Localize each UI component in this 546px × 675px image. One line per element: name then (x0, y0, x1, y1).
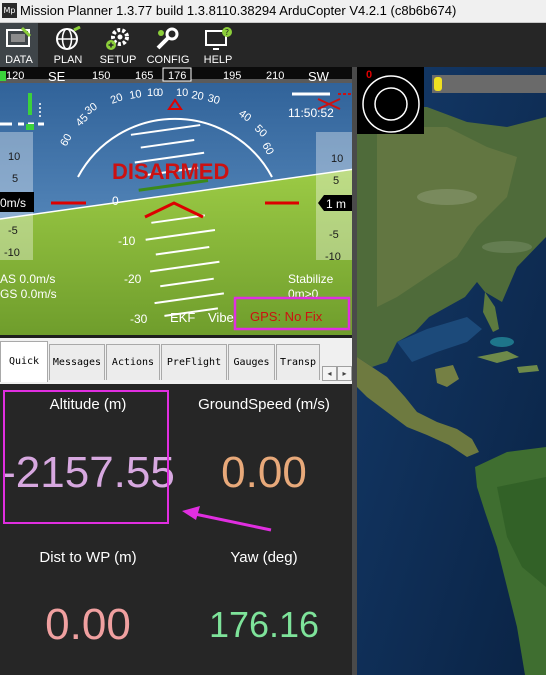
svg-text:0: 0 (157, 87, 163, 99)
app-icon: Mp (2, 3, 17, 18)
tab-gauges[interactable]: Gauges (228, 344, 275, 380)
toolbar-setup-button[interactable]: SETUP (96, 23, 140, 67)
tab-scroll-left-button[interactable]: ◂ (322, 366, 337, 381)
map-marker-icon (434, 77, 442, 91)
heading-label: SW (308, 69, 330, 84)
hud-mode: Stabilize (288, 272, 334, 286)
alt-readout: 1 m (326, 197, 346, 211)
window-title: Mission Planner 1.3.77 build 1.3.8110.38… (20, 3, 457, 18)
tab-transponder[interactable]: Transp (276, 344, 320, 380)
setup-icon (106, 28, 129, 50)
alt-tick: -10 (325, 251, 341, 263)
tab-quick[interactable]: Quick (0, 341, 48, 382)
tab-scroll-right-button[interactable]: ▸ (337, 366, 352, 381)
groundspeed-label: GroundSpeed (m/s) (198, 396, 330, 413)
pitch-label: -20 (124, 272, 142, 286)
map-view[interactable]: 0 (357, 67, 546, 675)
title-bar: Mp Mission Planner 1.3.77 build 1.3.8110… (0, 0, 546, 23)
yaw-value: 176.16 (208, 604, 320, 645)
svg-text:?: ? (225, 28, 229, 37)
map-overlay-number: 0 (366, 69, 373, 81)
pitch-label: -10 (118, 234, 136, 248)
tab-preflight[interactable]: PreFlight (161, 344, 227, 380)
heading-label: 195 (223, 70, 241, 82)
hud-groundspeed: GS 0.0m/s (0, 287, 57, 301)
speed-tick: -10 (4, 247, 20, 259)
alt-tick: 10 (331, 153, 343, 165)
map-overlay-widget: 0 (357, 67, 424, 134)
heading-label: 150 (92, 70, 110, 82)
data-icon (6, 26, 32, 47)
altitude-highlight-box (3, 390, 169, 524)
groundspeed-cell[interactable]: GroundSpeed (m/s) 0.00 (176, 384, 352, 529)
speed-tick: 5 (12, 173, 18, 185)
dist-to-wp-label: Dist to WP (m) (39, 549, 137, 566)
toolbar-data-button[interactable]: DATA (0, 23, 38, 67)
main-toolbar: DATA PLAN SETUP CONFIG ? HELP (0, 23, 546, 67)
heading-label: 120 (6, 70, 24, 82)
heading-label: 165 (135, 70, 153, 82)
svg-text:20: 20 (190, 89, 204, 103)
hud-airspeed: AS 0.0m/s (0, 272, 55, 286)
heading-label: 210 (266, 70, 284, 82)
tab-actions[interactable]: Actions (106, 344, 160, 380)
toolbar-plan-button[interactable]: PLAN (48, 23, 88, 67)
tab-messages[interactable]: Messages (49, 344, 105, 380)
dist-to-wp-cell[interactable]: Dist to WP (m) 0.00 (0, 534, 176, 675)
hud-ekf-status[interactable]: EKF (170, 310, 195, 325)
hud-vibe-status[interactable]: Vibe (208, 310, 234, 325)
alt-tick: -5 (329, 229, 339, 241)
hud-display[interactable]: 120 SE 150 165 176 195 210 SW 20 10 10 0… (0, 67, 355, 335)
yaw-label: Yaw (deg) (230, 549, 298, 566)
hud-gps-status[interactable]: GPS: No Fix (250, 309, 323, 324)
speed-readout: 0m/s (0, 196, 26, 210)
config-icon (156, 27, 179, 50)
arm-status: DISARMED (112, 159, 229, 184)
alt-tick: 5 (333, 175, 339, 187)
quick-panel: Altitude (m) -2157.55 GroundSpeed (m/s) … (0, 384, 352, 675)
svg-text:10: 10 (176, 87, 188, 99)
pitch-label: -30 (130, 312, 148, 326)
speed-tick: 10 (8, 151, 20, 163)
tab-strip: Quick Messages Actions PreFlight Gauges … (0, 338, 355, 384)
toolbar-config-button[interactable]: CONFIG (146, 23, 190, 67)
map-status-bar (432, 75, 546, 93)
dist-to-wp-value: 0.00 (45, 600, 131, 649)
groundspeed-value: 0.00 (221, 448, 307, 497)
help-icon: ? (205, 27, 232, 50)
heading-label: SE (48, 69, 66, 84)
speed-tick: -5 (8, 225, 18, 237)
svg-text:10: 10 (128, 88, 142, 102)
pitch-zero-label: 0 (112, 194, 119, 208)
toolbar-help-button[interactable]: ? HELP (196, 23, 240, 67)
globe-icon (56, 26, 81, 50)
heading-current: 176 (168, 70, 186, 82)
hud-time: 11:50:52 (288, 106, 334, 120)
yaw-cell[interactable]: Yaw (deg) 176.16 (176, 534, 352, 675)
